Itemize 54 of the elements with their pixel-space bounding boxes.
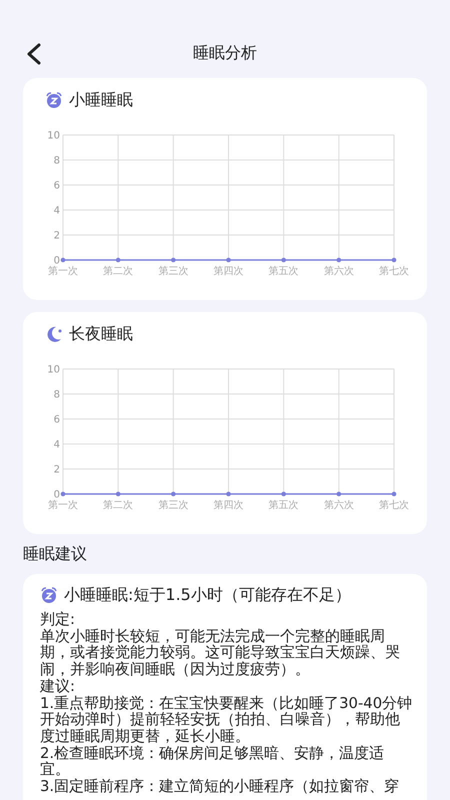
axis-label: 第二次 (103, 500, 134, 511)
axis-label: 8 (54, 390, 60, 400)
axis-label: 第七次 (379, 500, 409, 511)
data-point (116, 258, 120, 262)
data-point (171, 492, 176, 496)
moon-icon (45, 325, 63, 343)
advice-text: 建议: (40, 678, 76, 696)
data-point (116, 492, 120, 496)
axis-label: 第六次 (324, 500, 354, 511)
data-point (226, 258, 231, 262)
chart-title: 长夜睡眠 (69, 324, 133, 344)
axis-label: 第一次 (48, 500, 78, 511)
advice-text: 单次小睡时长较短，可能无法完成一个完整的睡眠周期，或者接觉能力较弱。这可能导致宝宝白天烦躁、哭闹，并影响夜间睡眠（因为过度疲劳）。 (40, 628, 401, 678)
axis-label: 第五次 (268, 266, 299, 277)
section-heading: 睡眠建议 (22, 543, 88, 565)
axis-label: 6 (54, 414, 60, 426)
axis-label: 2 (54, 230, 60, 242)
axis-label: 第一次 (48, 266, 78, 277)
axis-label: 0 (54, 490, 60, 500)
advice-text: 2.检查睡眠环境：确保房间足够黑暗、安静，温度适宜。 (40, 746, 386, 778)
advice-text: 3.固定睡前程序：建立简短的小睡程序（如拉窗帘、穿 (40, 779, 400, 796)
chart-title: 小睡睡眠 (69, 90, 133, 110)
axis-label: 第四次 (214, 266, 244, 277)
data-point (336, 258, 342, 262)
data-point (281, 258, 286, 262)
advice-text: 1.重点帮助接觉：在宝宝快要醒来（比如睡了30-40分钟开始动弹时）提前轻轻安抚（拍拍、白噪音），帮助他度过睡眠周期更替，延长小睡。 (40, 696, 413, 745)
axis-label: 0 (54, 256, 60, 266)
axis-label: 8 (54, 156, 60, 166)
axis-label: 4 (54, 206, 60, 216)
page-title: 睡眠分析 (193, 42, 257, 64)
axis-label: 第四次 (214, 500, 244, 511)
axis-label: 第六次 (324, 266, 354, 277)
axis-label: 10 (47, 130, 60, 142)
axis-label: 2 (54, 464, 60, 476)
data-point (392, 258, 396, 262)
axis-label: 6 (54, 180, 60, 192)
data-point (60, 258, 66, 262)
axis-label: 第二次 (103, 266, 134, 277)
axis-label: 第三次 (158, 266, 188, 277)
data-point (281, 492, 286, 496)
axis-label: 10 (47, 364, 60, 376)
axis-label: 第三次 (158, 500, 188, 511)
alarm-clock-icon (40, 586, 58, 604)
data-point (171, 258, 176, 262)
axis-label: 第七次 (379, 266, 409, 277)
data-point (336, 492, 342, 496)
data-point (392, 492, 396, 496)
axis-label: 4 (54, 440, 60, 450)
axis-label: 第五次 (268, 500, 299, 511)
advice-text: 判定: (40, 612, 76, 628)
data-point (60, 492, 66, 496)
advice-title: 小睡睡眠:短于1.5小时（可能存在不足） (64, 584, 351, 606)
data-point (226, 492, 231, 496)
alarm-clock-icon (45, 91, 63, 109)
